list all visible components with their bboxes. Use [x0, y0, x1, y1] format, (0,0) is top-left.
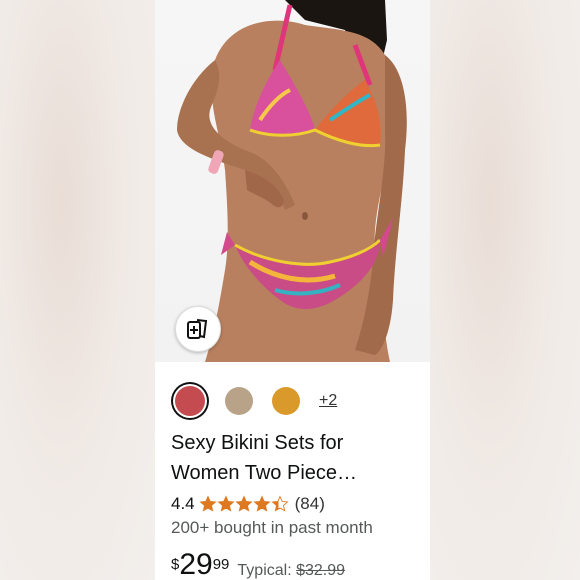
- star-icon: [271, 495, 289, 512]
- title-line-2: Women Two Piece…: [171, 462, 358, 484]
- price-fraction: 99: [212, 556, 230, 573]
- title-line-1: Sexy Bikini Sets for: [171, 432, 344, 454]
- product-card[interactable]: +2 Sexy Bikini Sets for Women Two Piece……: [155, 0, 430, 580]
- star-icon: [253, 495, 271, 512]
- compare-button[interactable]: [175, 306, 221, 352]
- swatch-0[interactable]: [175, 386, 205, 416]
- color-swatches: +2: [171, 378, 421, 424]
- price: $ 29 99 Typical: $32.99: [171, 550, 421, 580]
- typical-price-value: $32.99: [296, 562, 346, 579]
- swatch-1[interactable]: [225, 387, 253, 415]
- compare-cards-icon: [187, 319, 208, 339]
- typical-label: Typical:: [237, 562, 292, 579]
- review-count[interactable]: (84): [295, 494, 325, 514]
- star-icon: [199, 495, 217, 512]
- bought-count: 200+ bought in past month: [171, 518, 373, 537]
- price-whole: 29: [179, 548, 213, 580]
- background-left: [0, 0, 155, 580]
- star-icon: [235, 495, 253, 512]
- star-icon: [217, 495, 235, 512]
- price-symbol: $: [171, 556, 180, 573]
- background-right: [430, 0, 580, 580]
- product-image[interactable]: [155, 0, 430, 362]
- rating-value: 4.4: [171, 494, 195, 513]
- swatch-2[interactable]: [272, 387, 300, 415]
- product-title[interactable]: Sexy Bikini Sets for Women Two Piece…: [171, 428, 411, 488]
- typical-price: Typical: $32.99: [237, 562, 345, 580]
- more-colors-link[interactable]: +2: [319, 392, 337, 410]
- rating-row[interactable]: 4.4 (84): [171, 494, 421, 514]
- star-rating: [199, 495, 289, 513]
- product-info: +2 Sexy Bikini Sets for Women Two Piece……: [171, 378, 421, 580]
